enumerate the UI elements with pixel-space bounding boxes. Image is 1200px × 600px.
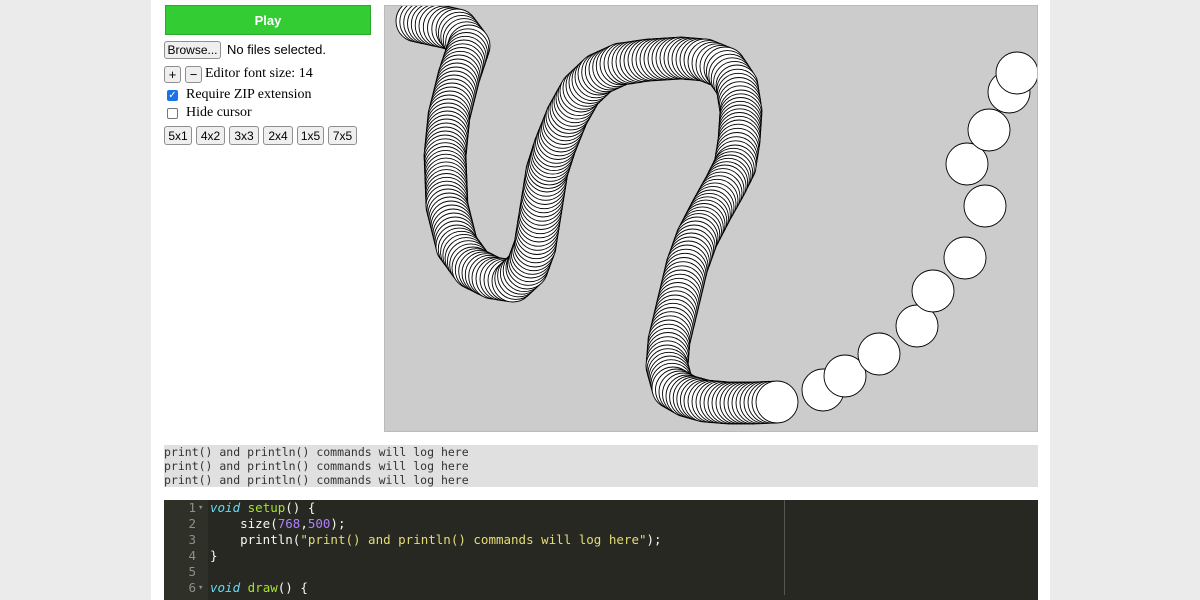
- file-status-text: No files selected.: [227, 42, 326, 57]
- fold-arrow-icon[interactable]: ▾: [198, 500, 203, 516]
- sketch-circle: [755, 380, 799, 424]
- sketch-page: Play Browse... No files selected. + − Ed…: [151, 0, 1050, 600]
- layout-button-1x5[interactable]: 1x5: [297, 126, 324, 145]
- require-zip-checkbox[interactable]: ✓: [167, 90, 178, 101]
- hide-cursor-label: Hide cursor: [186, 105, 252, 120]
- line-number: 3: [188, 532, 196, 547]
- sketch-drawing: [395, 6, 1037, 425]
- code-text: }: [210, 548, 218, 563]
- layout-button-4x2[interactable]: 4x2: [196, 126, 225, 145]
- code-line: 2 size(768,500);: [164, 516, 1038, 532]
- code-line: 6 ▾ void draw() {: [164, 580, 1038, 596]
- font-size-label: Editor font size: 14: [205, 66, 313, 81]
- sketch-canvas[interactable]: [384, 5, 1038, 432]
- sketch-circle: [967, 108, 1011, 152]
- code-line: 4}: [164, 548, 1038, 564]
- layout-button-2x4[interactable]: 2x4: [263, 126, 293, 145]
- sketch-circle: [943, 236, 987, 280]
- code-text: println("print() and println() commands …: [210, 532, 662, 547]
- line-number: 4: [188, 548, 196, 563]
- console-line: print() and println() commands will log …: [164, 445, 469, 459]
- code-text: void draw() {: [210, 580, 308, 595]
- code-line: 3 println("print() and println() command…: [164, 532, 1038, 548]
- code-editor[interactable]: 1 ▾ void setup() {2 size(768,500); 3 printl…: [164, 500, 1038, 600]
- sketch-circle: [857, 332, 901, 376]
- sketch-circle: [911, 269, 955, 313]
- line-number: 2: [188, 516, 196, 531]
- play-button[interactable]: Play: [165, 5, 371, 35]
- code-line: 5: [164, 564, 1038, 580]
- require-zip-label: Require ZIP extension: [186, 87, 312, 102]
- console-output: print() and println() commands will log …: [164, 445, 1038, 487]
- line-number: 1: [188, 500, 196, 515]
- sketch-circle: [963, 184, 1007, 228]
- code-text: void setup() {: [210, 500, 316, 515]
- hide-cursor-checkbox[interactable]: [167, 108, 178, 119]
- font-size-increase-button[interactable]: +: [164, 66, 181, 83]
- layout-button-7x5[interactable]: 7x5: [328, 126, 357, 145]
- code-text: size(768,500);: [210, 516, 346, 531]
- line-number: 5: [188, 564, 196, 579]
- sketch-circle: [995, 51, 1037, 95]
- browse-button[interactable]: Browse...: [164, 41, 221, 59]
- layout-button-3x3[interactable]: 3x3: [229, 126, 259, 145]
- fold-arrow-icon[interactable]: ▾: [198, 580, 203, 596]
- font-size-decrease-button[interactable]: −: [185, 66, 202, 83]
- console-line: print() and println() commands will log …: [164, 459, 469, 473]
- layout-button-5x1[interactable]: 5x1: [164, 126, 192, 145]
- line-number: 6: [188, 580, 196, 595]
- code-line: 1 ▾ void setup() {: [164, 500, 1038, 516]
- console-line: print() and println() commands will log …: [164, 473, 469, 487]
